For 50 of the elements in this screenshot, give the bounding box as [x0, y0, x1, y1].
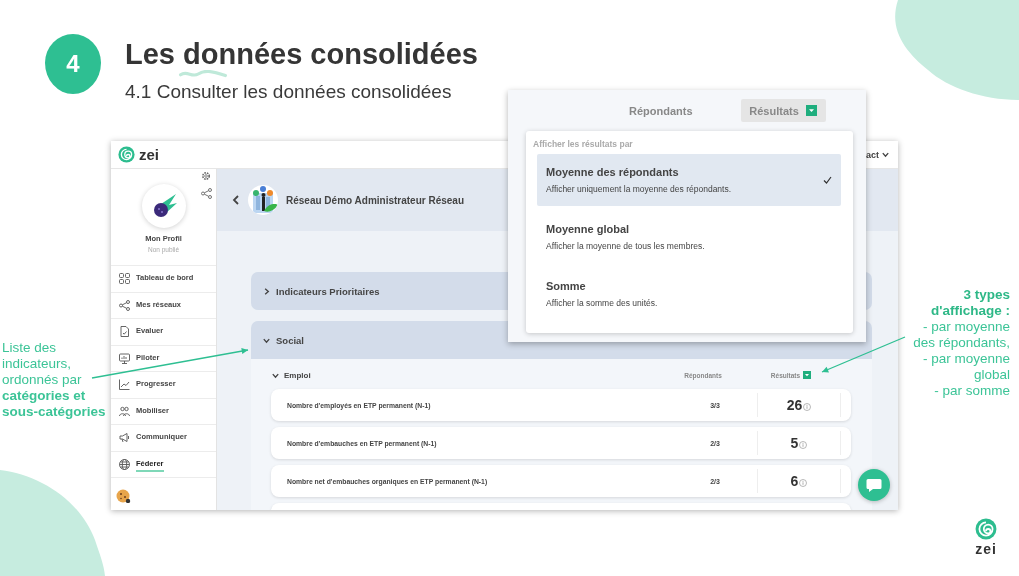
option-description: Afficher la somme des unités. [546, 298, 659, 308]
info-icon[interactable] [799, 441, 808, 449]
chart-icon [119, 379, 130, 391]
people-icon [119, 405, 130, 417]
account-menu[interactable]: act [866, 149, 892, 160]
slide-subtitle: 4.1 Consulter les données consolidées [125, 81, 453, 103]
annotation-text: - par somme [934, 383, 1010, 399]
share-icon [119, 299, 130, 311]
result-value: 26 [786, 397, 803, 413]
result-value: 6 [790, 473, 799, 489]
check-icon [823, 176, 832, 184]
settings-icon[interactable] [201, 171, 211, 181]
back-icon[interactable] [232, 195, 240, 205]
chat-icon [866, 477, 882, 493]
menu-option[interactable]: Somme Afficher la somme des unités. [537, 268, 841, 320]
annotation-text: - par moyenne des répondants, [912, 319, 1010, 351]
dropdown-icon [805, 105, 817, 116]
menu-option[interactable]: Moyenne des répondants Afficher uniquement la moyenne des répondants. [537, 154, 841, 206]
annotation-title: 3 types d'affichage : [930, 287, 1010, 319]
annotation-text: Liste des indicateurs, ordonnés par catégories et sous-catégories [2, 340, 107, 420]
option-description: Afficher la moyenne de tous les membres. [546, 241, 706, 251]
dropdown-icon[interactable] [803, 371, 812, 379]
logo-icon [118, 146, 135, 163]
megaphone-icon [119, 432, 130, 444]
globe-icon [119, 458, 130, 470]
info-icon[interactable] [799, 479, 808, 487]
slide-title: Les données consolidées [125, 40, 478, 69]
brand-name: zei [139, 146, 159, 163]
result-value: 5 [790, 435, 799, 451]
info-icon[interactable] [803, 403, 812, 411]
option-title: Moyenne des répondants [546, 166, 680, 178]
column-header: Répondants [629, 104, 693, 117]
subcategory-toggle[interactable]: Emploi [271, 370, 668, 380]
logo-icon [975, 518, 997, 540]
monitor-icon [119, 352, 130, 364]
chevron-icon [262, 286, 271, 296]
grid-icon [119, 273, 130, 285]
network-title: Réseau Démo Administrateur Réseau [286, 194, 465, 206]
option-title: Moyenne global [546, 223, 631, 235]
menu-heading: Afficher les résultats par [533, 139, 634, 149]
option-title: Somme [546, 280, 587, 292]
chevron-icon [881, 150, 890, 159]
share-icon[interactable] [201, 188, 212, 199]
menu-option[interactable]: Moyenne global Afficher la moyenne de tous les membres. [537, 211, 841, 263]
document-icon [119, 326, 130, 338]
cookie-icon[interactable] [116, 488, 131, 503]
option-description: Afficher uniquement la moyenne des répondants. [546, 184, 733, 194]
brand-name: zei [975, 541, 997, 557]
annotation-text: - par moyenne global [921, 351, 1010, 383]
step-badge: 4 [45, 34, 101, 94]
